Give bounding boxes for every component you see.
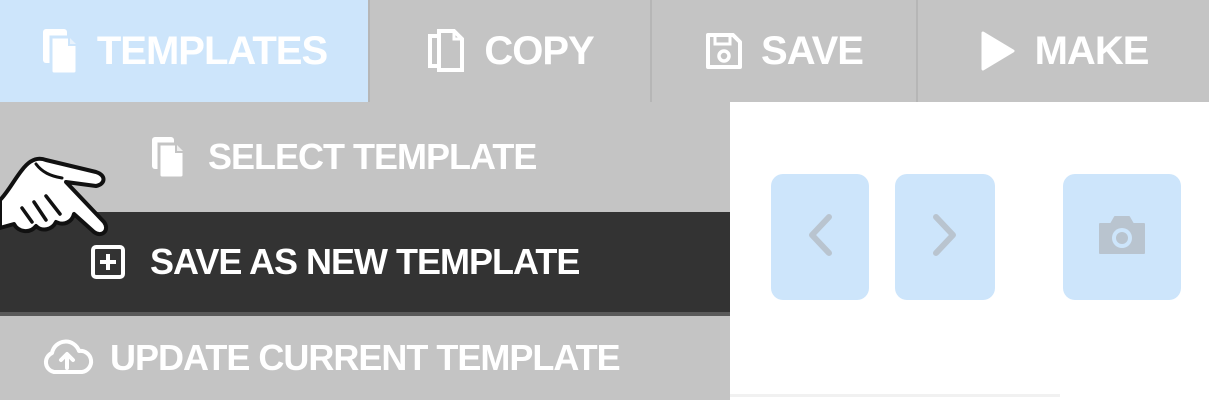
make-button-label: MAKE <box>1034 28 1150 73</box>
pointing-hand-cursor <box>0 140 120 250</box>
chevron-left-icon <box>805 213 835 262</box>
chevron-right-icon <box>930 213 960 262</box>
camera-button[interactable] <box>1063 174 1181 300</box>
copy-icon <box>426 28 466 74</box>
panel-divider <box>730 394 1060 397</box>
menu-item-label: UPDATE CURRENT TEMPLATE <box>110 337 621 378</box>
templates-icon <box>150 135 186 179</box>
make-button[interactable]: MAKE <box>918 0 1209 102</box>
templates-tab[interactable]: TEMPLATES <box>0 0 370 102</box>
templates-tab-label: TEMPLATES <box>96 28 328 73</box>
play-icon <box>979 30 1017 72</box>
save-button[interactable]: SAVE <box>652 0 918 102</box>
top-toolbar: TEMPLATES COPY SAVE MAKE <box>0 0 1209 102</box>
cloud-upload-icon <box>40 339 94 377</box>
save-button-label: SAVE <box>761 28 864 73</box>
editor-panel <box>730 102 1209 400</box>
next-button[interactable] <box>895 174 995 300</box>
menu-item-label: SELECT TEMPLATE <box>208 136 537 177</box>
menu-item-update-current-template[interactable]: UPDATE CURRENT TEMPLATE <box>0 316 730 400</box>
copy-button-label: COPY <box>484 28 594 73</box>
copy-button[interactable]: COPY <box>370 0 652 102</box>
camera-icon <box>1096 214 1148 261</box>
templates-icon <box>41 27 79 75</box>
floppy-disk-icon <box>705 32 743 70</box>
previous-button[interactable] <box>771 174 869 300</box>
menu-item-label: SAVE AS NEW TEMPLATE <box>150 241 580 282</box>
